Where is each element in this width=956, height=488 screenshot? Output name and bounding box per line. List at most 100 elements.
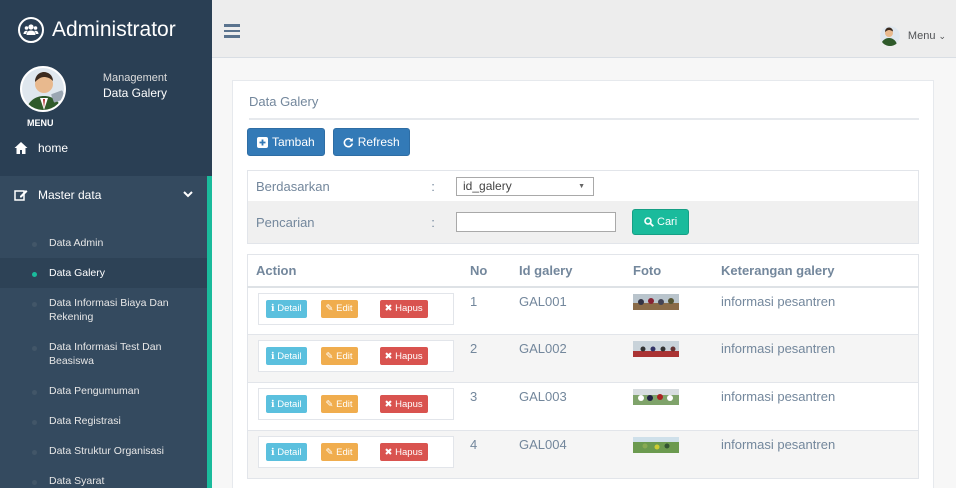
- sidebar-item-data-galery[interactable]: Data Galery: [0, 258, 207, 288]
- cell-id: GAL004: [511, 430, 625, 479]
- cell-no: 1: [462, 286, 511, 335]
- home-icon: [14, 142, 28, 154]
- user-avatar: [879, 26, 900, 46]
- sidebar-item-data-pengumuman[interactable]: Data Pengumuman: [0, 376, 207, 406]
- edit-icon: [14, 190, 28, 201]
- edit-button[interactable]: ✎ Edit: [320, 395, 358, 413]
- edit-button[interactable]: ✎ Edit: [320, 347, 358, 365]
- profile-line1: Management: [102, 72, 168, 84]
- hapus-button[interactable]: ✖ Hapus: [379, 299, 428, 318]
- action-cell: ℹ Detail ✎ Edit ✖ Hapus: [247, 286, 462, 335]
- cell-no: 4: [462, 430, 511, 479]
- profile: MENU Management Data Galery: [0, 60, 212, 128]
- user-menu[interactable]: Menu ⌄: [879, 26, 946, 46]
- sidebar-item-data-registrasi[interactable]: Data Registrasi: [0, 406, 207, 436]
- cell-keterangan: informasi pesantren: [713, 382, 919, 431]
- photo-thumbnail[interactable]: [633, 341, 679, 357]
- profile-line2: Data Galery: [102, 86, 168, 100]
- cell-id: GAL002: [511, 334, 625, 383]
- avatar[interactable]: [20, 66, 66, 112]
- search-input[interactable]: [456, 212, 616, 232]
- colon: :: [431, 178, 435, 194]
- sidebar-item-data-syarat[interactable]: Data Syarat: [0, 466, 207, 488]
- filter-form: Berdasarkan : id_galery ▼ Pencarian : Ca…: [247, 170, 919, 244]
- table-row: ℹ Detail ✎ Edit ✖ Hapus 2 GAL002 informa…: [247, 334, 919, 383]
- cari-button[interactable]: Cari: [632, 209, 690, 235]
- cell-foto: [625, 430, 713, 479]
- select-value: id_galery: [463, 179, 512, 193]
- action-cell: ℹ Detail ✎ Edit ✖ Hapus: [247, 382, 462, 431]
- cell-foto: [625, 382, 713, 431]
- cell-id: GAL001: [511, 286, 625, 335]
- refresh-icon: [343, 137, 353, 147]
- main-panel: Data Galery Tambah Refresh Berdasarkan :…: [232, 80, 934, 488]
- action-cell: ℹ Detail ✎ Edit ✖ Hapus: [247, 334, 462, 383]
- cari-label: Cari: [657, 216, 678, 228]
- sidebar-item-master-data[interactable]: Master data: [0, 176, 212, 214]
- chevron-down-icon: [183, 191, 193, 198]
- detail-button[interactable]: ℹ Detail: [266, 443, 307, 461]
- cell-keterangan: informasi pesantren: [713, 430, 919, 479]
- cell-no: 3: [462, 382, 511, 431]
- sidebar-item-data-struktur[interactable]: Data Struktur Organisasi: [0, 436, 207, 466]
- cell-id: GAL003: [511, 382, 625, 431]
- hapus-button[interactable]: ✖ Hapus: [379, 347, 428, 365]
- pencarian-label: Pencarian: [256, 214, 315, 230]
- edit-button[interactable]: ✎ Edit: [320, 443, 358, 461]
- sidebar: Administrator MENU Management Data Galer…: [0, 0, 212, 488]
- brand-title: Administrator: [52, 18, 176, 41]
- berdasarkan-select[interactable]: id_galery ▼: [456, 176, 594, 196]
- tambah-button[interactable]: Tambah: [247, 128, 325, 156]
- refresh-button[interactable]: Refresh: [332, 128, 410, 156]
- table-row: ℹ Detail ✎ Edit ✖ Hapus 1 GAL001 informa…: [247, 286, 919, 335]
- menu-toggle-icon[interactable]: [224, 24, 240, 38]
- hapus-button[interactable]: ✖ Hapus: [379, 443, 428, 461]
- menu-caption: MENU: [27, 118, 54, 128]
- top-nav: Menu ⌄: [212, 0, 956, 58]
- tambah-label: Tambah: [272, 135, 315, 149]
- sidebar-item-data-informasi-test[interactable]: Data Informasi Test Dan Beasiswa: [0, 332, 207, 376]
- edit-button[interactable]: ✎ Edit: [320, 299, 358, 318]
- table-header: Action No Id galery Foto Keterangan gale…: [247, 254, 919, 288]
- cell-foto: [625, 286, 713, 335]
- refresh-label: Refresh: [357, 135, 400, 149]
- colon: :: [431, 214, 435, 230]
- header-action: Action: [247, 254, 462, 288]
- search-icon: [644, 217, 654, 227]
- detail-button[interactable]: ℹ Detail: [266, 347, 307, 365]
- photo-thumbnail[interactable]: [633, 389, 679, 405]
- filter-row-berdasarkan: Berdasarkan : id_galery ▼: [248, 171, 918, 201]
- plus-square-icon: [257, 136, 268, 148]
- galery-table: Action No Id galery Foto Keterangan gale…: [247, 254, 919, 479]
- sidebar-item-label: Master data: [38, 188, 102, 202]
- sidebar-item-home[interactable]: home: [0, 128, 212, 168]
- berdasarkan-label: Berdasarkan: [256, 178, 330, 194]
- cell-keterangan: informasi pesantren: [713, 286, 919, 335]
- user-menu-label: Menu: [907, 30, 936, 42]
- photo-thumbnail[interactable]: [633, 437, 679, 453]
- header-id: Id galery: [511, 254, 625, 288]
- profile-info: Management Data Galery: [90, 72, 180, 100]
- filter-row-pencarian: Pencarian : Cari: [248, 201, 918, 243]
- detail-button[interactable]: ℹ Detail: [266, 395, 307, 413]
- hapus-button[interactable]: ✖ Hapus: [379, 395, 428, 413]
- brand[interactable]: Administrator: [0, 0, 212, 60]
- photo-thumbnail[interactable]: [633, 293, 679, 310]
- submenu-master-data: Data Admin Data Galery Data Informasi Bi…: [0, 214, 212, 488]
- header-foto: Foto: [625, 254, 713, 288]
- sidebar-item-data-informasi-biaya[interactable]: Data Informasi Biaya Dan Rekening: [0, 288, 207, 332]
- page-title: Data Galery: [249, 81, 919, 120]
- sidebar-item-label: home: [38, 141, 69, 155]
- chevron-down-icon: ▼: [578, 182, 585, 190]
- cell-foto: [625, 334, 713, 383]
- cell-no: 2: [462, 334, 511, 383]
- chevron-down-icon: ⌄: [938, 30, 946, 41]
- sidebar-item-data-admin[interactable]: Data Admin: [0, 228, 207, 258]
- cell-keterangan: informasi pesantren: [713, 334, 919, 383]
- header-keterangan: Keterangan galery: [713, 254, 919, 288]
- table-row: ℹ Detail ✎ Edit ✖ Hapus 4 GAL004 informa…: [247, 430, 919, 479]
- detail-button[interactable]: ℹ Detail: [266, 299, 307, 318]
- table-row: ℹ Detail ✎ Edit ✖ Hapus 3 GAL003 informa…: [247, 382, 919, 431]
- users-icon: [18, 17, 44, 43]
- header-no: No: [462, 254, 511, 288]
